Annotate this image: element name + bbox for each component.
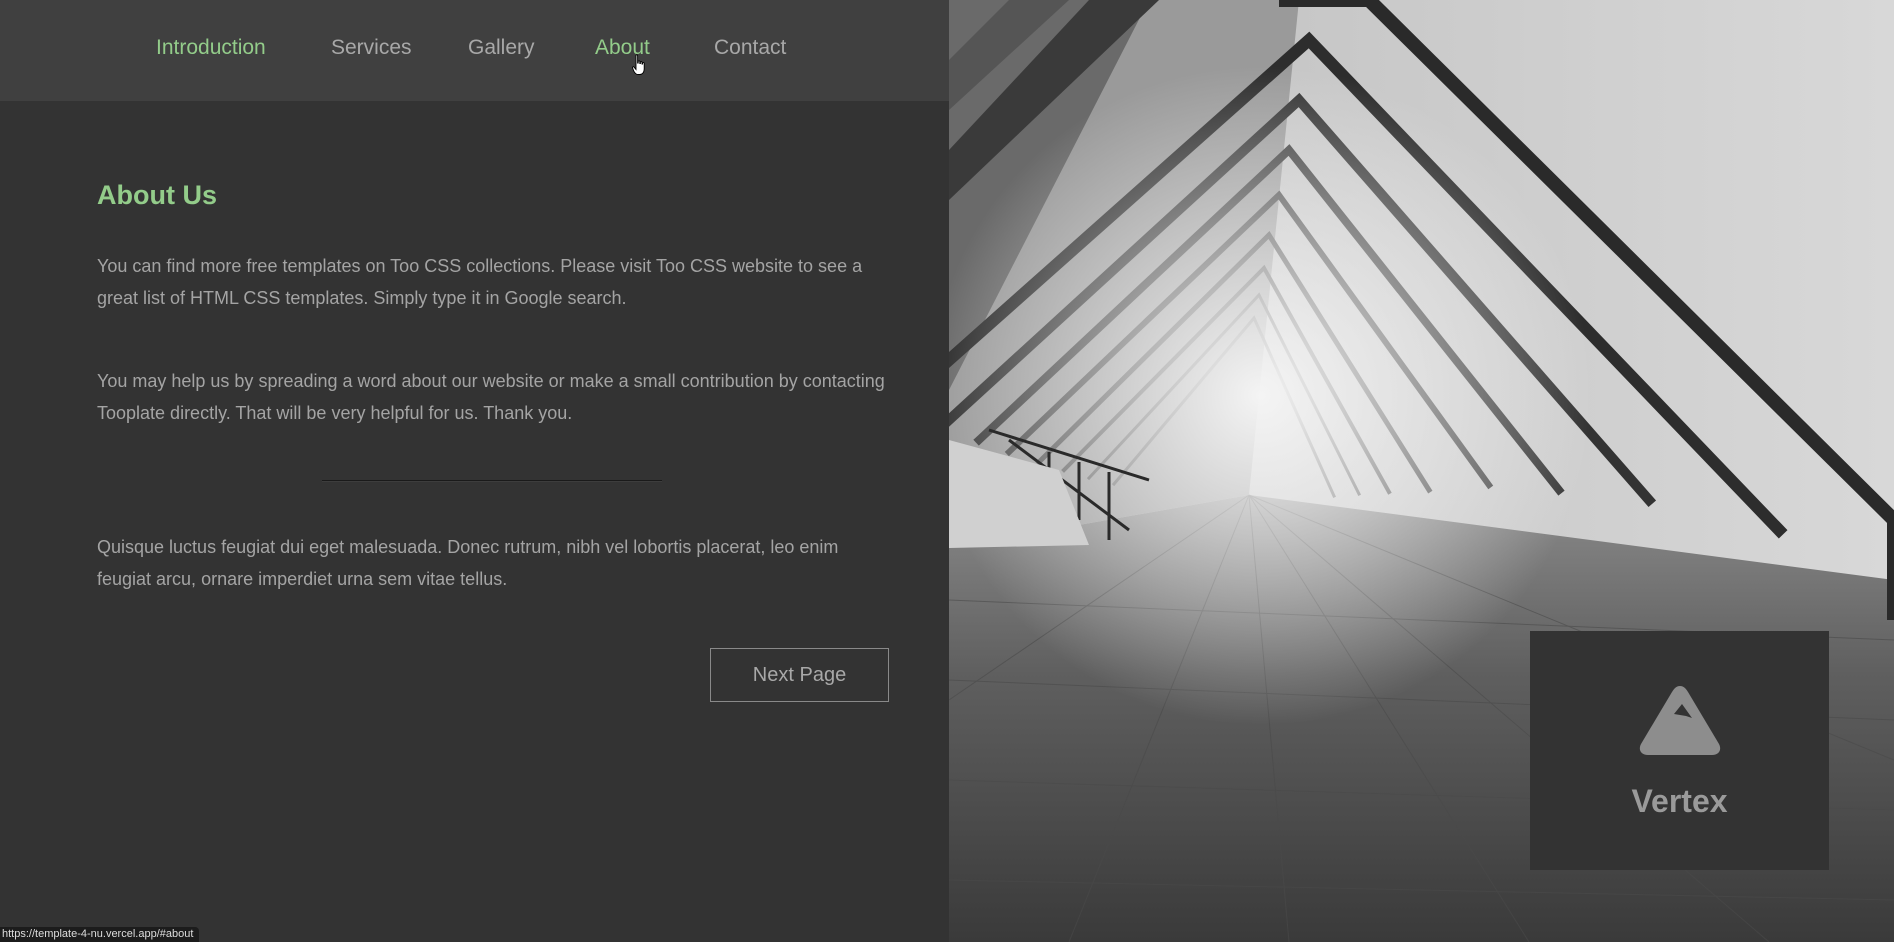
link-status-bar: https://template-4-nu.vercel.app/#about: [0, 927, 200, 942]
page: Introduction Services Gallery About Cont…: [0, 0, 1894, 942]
about-paragraph-3: Quisque luctus feugiat dui eget malesuad…: [97, 537, 839, 589]
brand-box[interactable]: Vertex: [1530, 631, 1829, 870]
brand-name: Vertex: [1631, 783, 1728, 819]
section-title: About Us: [97, 180, 217, 210]
hero-image-panel: Vertex: [949, 0, 1894, 942]
nav-introduction[interactable]: Introduction: [156, 36, 266, 60]
hand-cursor-icon: [632, 54, 645, 75]
next-page-button[interactable]: Next Page: [710, 648, 889, 702]
mountain-triangle-icon: [1639, 686, 1721, 755]
top-nav: Introduction Services Gallery About Cont…: [0, 0, 949, 101]
nav-contact[interactable]: Contact: [714, 36, 786, 60]
about-paragraph-2: You may help us by spreading a word abou…: [97, 371, 885, 423]
section-divider: [322, 480, 662, 482]
nav-services[interactable]: Services: [331, 36, 412, 60]
about-section: About Us You can find more free template…: [97, 180, 889, 702]
about-paragraph-1: You can find more free templates on Too …: [97, 256, 863, 308]
nav-gallery[interactable]: Gallery: [468, 36, 535, 60]
content-panel: Introduction Services Gallery About Cont…: [0, 0, 949, 942]
